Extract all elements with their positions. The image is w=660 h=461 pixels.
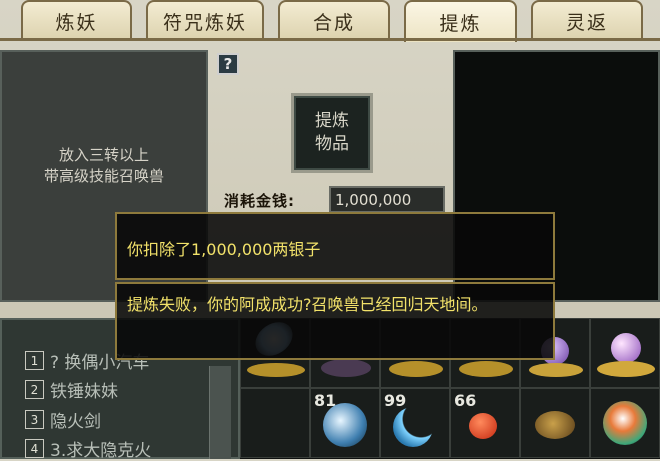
pet-slot-hint-line2: 带高级技能召唤兽 [43, 167, 164, 185]
refine-item-label-line1: 提炼 [315, 111, 349, 131]
message-text: 你扣除了1,000,000两银子 [127, 240, 321, 259]
inventory-slot[interactable] [520, 388, 590, 458]
inventory-slot[interactable]: 66 [450, 388, 520, 458]
cost-value: 1,000,000 [329, 186, 445, 213]
pet-list-index: 4 [25, 439, 44, 458]
pet-slot-hint-line1: 放入三转以上 [58, 146, 149, 164]
red-gem-icon [469, 413, 497, 439]
inventory-slot[interactable]: 99 [380, 388, 450, 458]
pet-list-name: 铁锤妹妹 [50, 382, 118, 402]
inventory-slot[interactable]: 81 [310, 388, 380, 458]
tab-divider [0, 38, 660, 41]
tab-extract[interactable]: 提炼 [404, 0, 517, 42]
message-popup: 提炼失败，你的阿成成功?召唤兽已经回归天地间。 [115, 282, 555, 360]
spirit-orb-icon [323, 403, 367, 447]
hat-icon [321, 359, 371, 377]
pet-list-index: 3 [25, 410, 44, 429]
fire-orb-icon [603, 401, 647, 445]
pet-list-index: 1 [25, 351, 44, 370]
beast-material-icon [535, 411, 575, 439]
message-text: 提炼失败，你的阿成成功?召唤兽已经回归天地间。 [127, 295, 488, 314]
help-button[interactable]: ? [217, 53, 239, 75]
refine-item-button[interactable]: 提炼 物品 [291, 93, 373, 173]
pet-list-item[interactable]: 3 隐火剑 [25, 408, 101, 432]
pet-slot-hint: 放入三转以上 带高级技能召唤兽 [0, 145, 208, 187]
cost-label: 消耗金钱: [224, 192, 295, 210]
hat-icon [247, 363, 305, 377]
crescent-moon-icon [393, 407, 433, 447]
hat-icon [389, 361, 443, 377]
pet-list-scrollbar[interactable] [209, 366, 231, 459]
pet-list-index: 2 [25, 380, 44, 399]
inventory-slot[interactable] [240, 388, 310, 458]
hat-icon [459, 361, 513, 377]
crystal-orb-icon [611, 333, 641, 363]
orb-stand-icon [529, 363, 583, 377]
tab-synthesis[interactable]: 合成 [278, 0, 390, 40]
pet-list-item[interactable]: 4 3.求大隐克火 [25, 437, 152, 461]
message-popup: 你扣除了1,000,000两银子 [115, 212, 555, 280]
item-count: 99 [384, 391, 407, 410]
pet-list-name: 隐火剑 [50, 412, 101, 432]
tab-refine-demon[interactable]: 炼妖 [21, 0, 132, 40]
pet-list-name: 3.求大隐克火 [50, 441, 152, 461]
item-count: 66 [454, 391, 477, 410]
refine-item-label-line2: 物品 [315, 134, 349, 154]
orb-stand-icon [597, 361, 655, 377]
tab-talisman-refine[interactable]: 符咒炼妖 [146, 0, 264, 40]
inventory-slot[interactable] [590, 318, 660, 388]
pet-list-item[interactable]: 2 铁锤妹妹 [25, 378, 118, 402]
inventory-slot[interactable] [590, 388, 660, 458]
tab-return[interactable]: 灵返 [531, 0, 643, 40]
